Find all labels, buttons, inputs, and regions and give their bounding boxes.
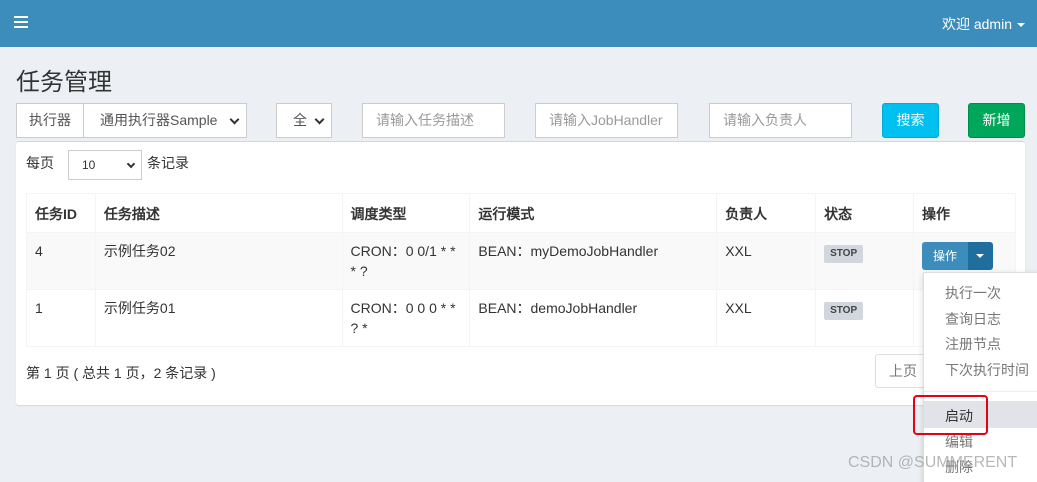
status-cell: STOP bbox=[815, 232, 914, 290]
chevron-down-icon bbox=[229, 114, 240, 125]
actions-dropdown-menu: 执行一次 查询日志 注册节点 下次执行时间 启动 编辑 删除 bbox=[923, 272, 1037, 482]
column-header-id[interactable]: 任务ID bbox=[26, 193, 96, 233]
chevron-down-icon bbox=[126, 159, 136, 169]
executor-select-value: 通用执行器Sample bbox=[100, 112, 218, 128]
column-header-author[interactable]: 负责人 bbox=[716, 193, 817, 233]
job-handler-input[interactable]: 请输入JobHandler bbox=[535, 103, 678, 138]
executor-label: 执行器 bbox=[16, 103, 84, 138]
table-header-row: 任务ID 任务描述 调度类型 运行模式 负责人 状态 操作 bbox=[26, 193, 1017, 233]
menu-item-run-once[interactable]: 执行一次 bbox=[945, 283, 1001, 303]
schedule-cell: CRON：0 0 0 * * ? * bbox=[341, 289, 471, 347]
search-button[interactable]: 搜索 bbox=[882, 103, 939, 138]
column-header-status[interactable]: 状态 bbox=[815, 193, 914, 233]
column-header-schedule[interactable]: 调度类型 bbox=[341, 193, 471, 233]
user-menu[interactable]: 欢迎 admin bbox=[942, 14, 1025, 34]
column-header-mode[interactable]: 运行模式 bbox=[469, 193, 718, 233]
status-badge: STOP bbox=[824, 302, 864, 320]
job-desc-cell: 示例任务02 bbox=[94, 232, 343, 290]
page-length-control: 每页 10 条记录 bbox=[26, 150, 189, 180]
actions-button[interactable]: 操作 bbox=[921, 242, 968, 270]
status-select[interactable]: 全 bbox=[276, 103, 332, 138]
actions-button-group: 操作 bbox=[921, 242, 993, 270]
page-length-after: 条记录 bbox=[147, 155, 189, 171]
page-title: 任务管理 bbox=[16, 69, 112, 96]
job-list-box: 每页 10 条记录 任务ID 任务描述 调度类型 运行模式 负责人 状态 操作 … bbox=[16, 141, 1025, 405]
top-navbar: 欢迎 admin bbox=[0, 0, 1037, 47]
table-row: 4 示例任务02 CRON：0 0/1 * * * ? BEAN：myDemoJ… bbox=[26, 232, 1017, 290]
menu-divider bbox=[924, 391, 1037, 392]
job-id-cell: 4 bbox=[26, 232, 96, 290]
annotation-box bbox=[913, 395, 988, 435]
user-menu-label: 欢迎 admin bbox=[941, 16, 1012, 32]
mode-cell: BEAN：myDemoJobHandler bbox=[469, 232, 718, 290]
table-row: 1 示例任务01 CRON：0 0 0 * * ? * BEAN：demoJob… bbox=[26, 289, 1017, 347]
add-job-button[interactable]: 新增 bbox=[968, 103, 1025, 138]
schedule-cell: CRON：0 0/1 * * * ? bbox=[341, 232, 471, 290]
page-length-before: 每页 bbox=[26, 155, 54, 171]
menu-toggle-icon[interactable] bbox=[14, 16, 28, 28]
chevron-down-icon bbox=[314, 114, 325, 125]
mode-cell: BEAN：demoJobHandler bbox=[469, 289, 718, 347]
author-cell: XXL bbox=[716, 232, 817, 290]
job-table: 任务ID 任务描述 调度类型 运行模式 负责人 状态 操作 4 示例任务02 C… bbox=[26, 193, 1017, 347]
column-header-desc[interactable]: 任务描述 bbox=[94, 193, 343, 233]
author-cell: XXL bbox=[716, 289, 817, 347]
page-length-value: 10 bbox=[82, 158, 96, 172]
status-badge: STOP bbox=[824, 245, 864, 263]
table-info: 第 1 页 ( 总共 1 页，2 条记录 ) bbox=[26, 365, 216, 381]
actions-dropdown-toggle[interactable] bbox=[968, 242, 993, 270]
author-input[interactable]: 请输入负责人 bbox=[709, 103, 852, 138]
menu-item-view-logs[interactable]: 查询日志 bbox=[945, 309, 1001, 329]
chevron-down-icon bbox=[1017, 23, 1025, 28]
menu-item-edit[interactable]: 编辑 bbox=[945, 432, 973, 452]
status-select-value: 全 bbox=[293, 112, 307, 128]
watermark: CSDN @SUMMERENT bbox=[848, 454, 1018, 471]
menu-item-next-trigger-time[interactable]: 下次执行时间 bbox=[945, 360, 1029, 380]
status-cell: STOP bbox=[815, 289, 914, 347]
page-length-select[interactable]: 10 bbox=[68, 150, 142, 180]
chevron-down-icon bbox=[976, 254, 984, 258]
column-header-actions: 操作 bbox=[912, 193, 1017, 233]
executor-select[interactable]: 通用执行器Sample bbox=[83, 103, 247, 138]
job-id-cell: 1 bbox=[26, 289, 96, 347]
job-desc-cell: 示例任务01 bbox=[94, 289, 343, 347]
job-desc-input[interactable]: 请输入任务描述 bbox=[362, 103, 505, 138]
menu-item-registry-nodes[interactable]: 注册节点 bbox=[945, 334, 1001, 354]
